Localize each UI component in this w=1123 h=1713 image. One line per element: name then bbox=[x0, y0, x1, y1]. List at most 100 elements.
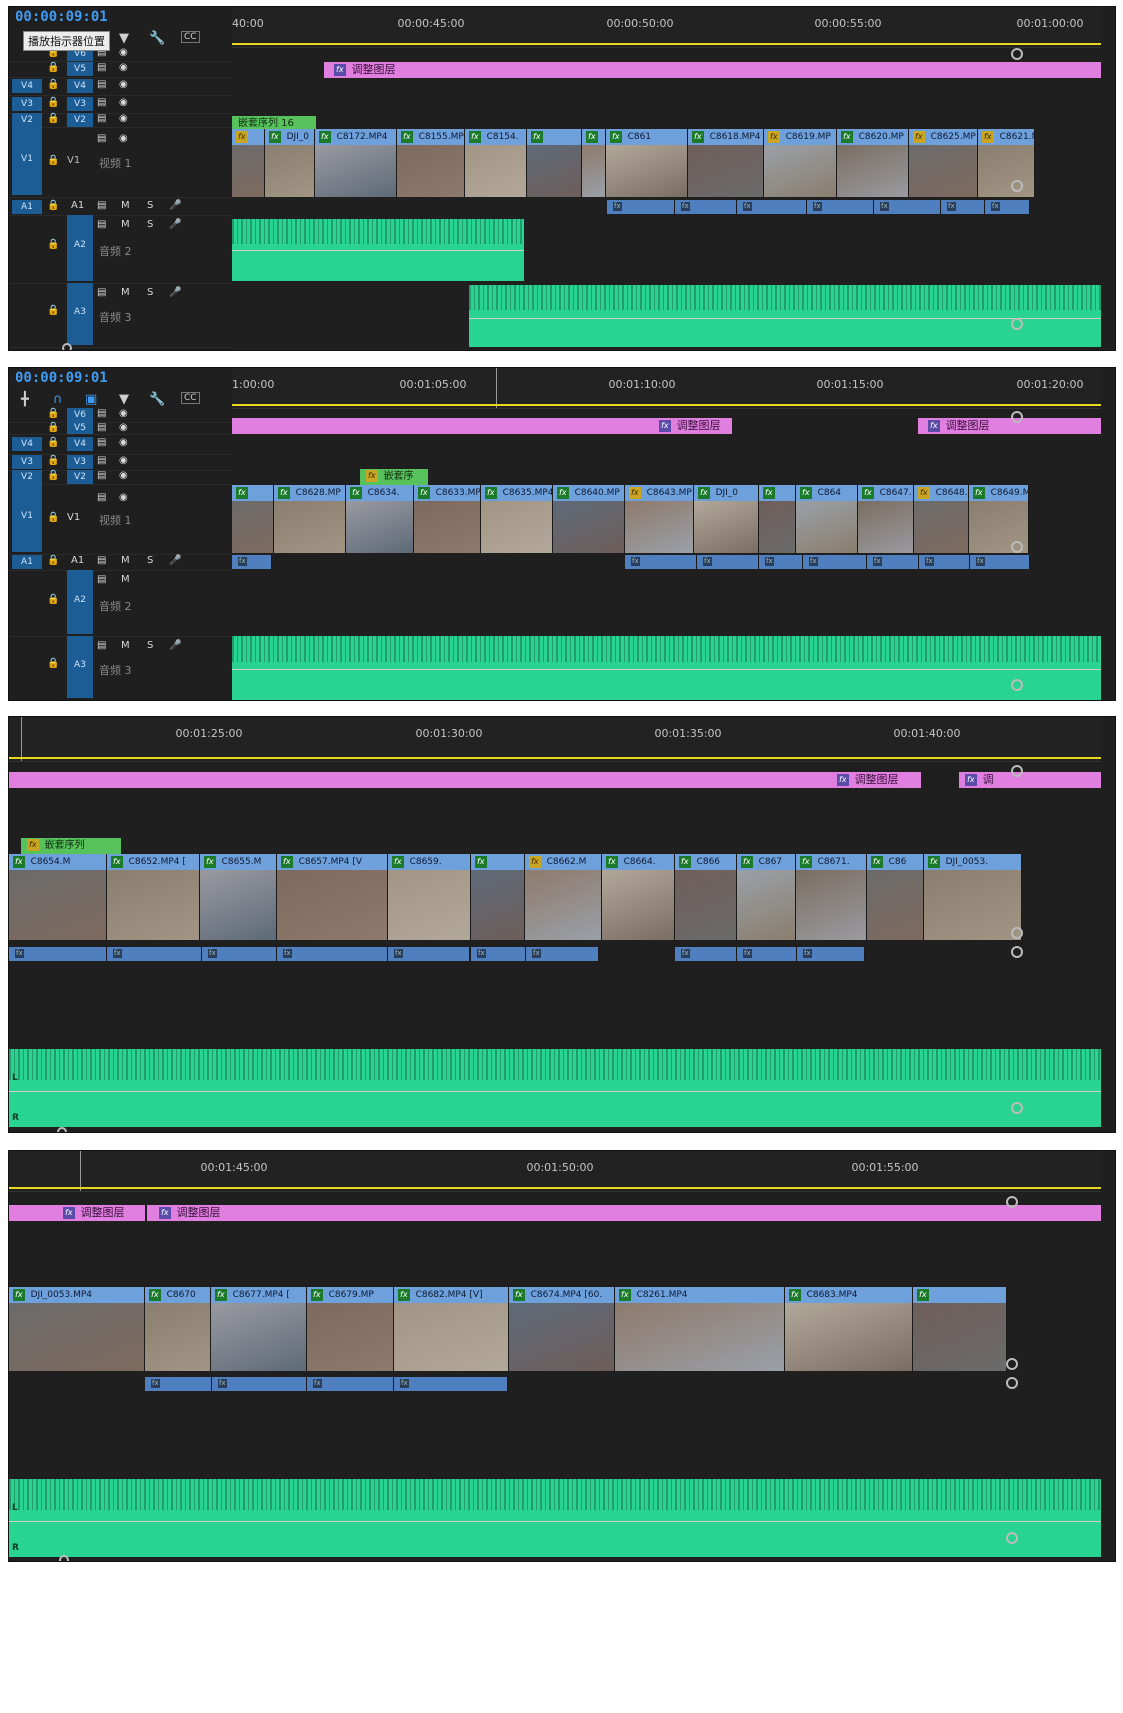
track-label-a2[interactable]: A2 bbox=[67, 215, 93, 281]
video-clip[interactable]: fx C8657.MP4 [V bbox=[277, 854, 388, 940]
source-target-a1[interactable]: A1 bbox=[12, 200, 42, 214]
vertical-scroll-handle[interactable] bbox=[1006, 1358, 1018, 1370]
video-clip[interactable]: fx C8648. bbox=[914, 485, 969, 553]
audio-clip-a1[interactable]: fx bbox=[919, 555, 970, 569]
audio-clip-a3[interactable]: L R bbox=[9, 1479, 1101, 1557]
film-icon[interactable]: ▤ bbox=[97, 287, 106, 298]
track-label-v1[interactable]: V1 bbox=[67, 512, 80, 523]
marker-icon[interactable]: ▼ bbox=[119, 31, 129, 46]
video-clip[interactable]: fx bbox=[582, 129, 606, 197]
video-clip[interactable]: fx C8682.MP4 [V] bbox=[394, 1287, 509, 1371]
film-icon[interactable]: ▤ bbox=[97, 455, 106, 466]
audio-clip-a1[interactable]: fx bbox=[526, 947, 599, 961]
microphone-icon[interactable]: 🎤 bbox=[169, 287, 181, 298]
eye-icon[interactable]: ◉ bbox=[119, 62, 128, 73]
marker-icon[interactable]: ▼ bbox=[119, 392, 129, 407]
film-icon[interactable]: ▤ bbox=[97, 133, 106, 144]
wrench-icon[interactable]: 🔧 bbox=[149, 31, 165, 46]
mute-button[interactable]: M bbox=[121, 555, 130, 566]
film-icon[interactable]: ▤ bbox=[97, 113, 106, 124]
video-clip[interactable]: fx C8633.MP4 bbox=[414, 485, 481, 553]
mute-button[interactable]: M bbox=[121, 574, 130, 585]
eye-icon[interactable]: ◉ bbox=[119, 97, 128, 108]
audio-clip-a1[interactable]: fx bbox=[202, 947, 277, 961]
vertical-scroll-handle[interactable] bbox=[1011, 1102, 1023, 1114]
work-area-bar[interactable] bbox=[232, 404, 1101, 406]
video-clip[interactable]: fx C8652.MP4 [ bbox=[107, 854, 200, 940]
video-clip[interactable]: fx C8628.MP bbox=[274, 485, 346, 553]
audio-clip-a1[interactable]: fx bbox=[471, 947, 526, 961]
adjustment-layer-clip[interactable]: fx 调整图层 bbox=[147, 1205, 1101, 1221]
video-clip[interactable]: fx C866 bbox=[675, 854, 737, 940]
film-icon[interactable]: ▤ bbox=[97, 62, 106, 73]
film-icon[interactable]: ▤ bbox=[97, 219, 106, 230]
audio-clip-a1[interactable]: fx bbox=[212, 1377, 307, 1391]
video-clip[interactable]: fx C8620.MP bbox=[837, 129, 909, 197]
film-icon[interactable]: ▤ bbox=[97, 470, 106, 481]
vertical-scroll-handle[interactable] bbox=[1011, 48, 1023, 60]
film-icon[interactable]: ▤ bbox=[97, 640, 106, 651]
track-label-a1[interactable]: A1 bbox=[71, 200, 84, 211]
eye-icon[interactable]: ◉ bbox=[119, 133, 128, 144]
microphone-icon[interactable]: 🎤 bbox=[169, 200, 181, 211]
audio-clip-a1[interactable]: fx bbox=[307, 1377, 394, 1391]
source-target-v1[interactable]: V1 bbox=[12, 484, 42, 552]
video-clip[interactable]: fx bbox=[232, 129, 265, 197]
work-area-bar[interactable] bbox=[232, 43, 1101, 45]
film-icon[interactable]: ▤ bbox=[97, 97, 106, 108]
time-ruler[interactable]: 40:00 00:00:45:00 00:00:50:00 00:00:55:0… bbox=[232, 7, 1101, 48]
video-clip[interactable]: fx C86 bbox=[867, 854, 924, 940]
track-label-a3[interactable]: A3 bbox=[67, 283, 93, 345]
track-label-v1[interactable]: V1 bbox=[67, 155, 80, 166]
microphone-icon[interactable]: 🎤 bbox=[169, 219, 181, 230]
playhead[interactable] bbox=[80, 1151, 81, 1191]
track-label-v5[interactable]: V5 bbox=[67, 422, 93, 434]
video-clip[interactable]: fx C8621.MP4 bbox=[978, 129, 1035, 197]
track-label-v6[interactable]: V6 bbox=[67, 408, 93, 422]
track-label-v2[interactable]: V2 bbox=[67, 470, 93, 484]
mute-button[interactable]: M bbox=[121, 200, 130, 211]
solo-button[interactable]: S bbox=[147, 219, 153, 230]
microphone-icon[interactable]: 🎤 bbox=[169, 640, 181, 651]
playhead[interactable] bbox=[21, 717, 22, 761]
source-target-v4[interactable]: V4 bbox=[12, 79, 42, 93]
adjustment-layer-clip[interactable]: fx 调整图层 bbox=[918, 418, 1101, 434]
captions-icon[interactable]: CC bbox=[181, 31, 200, 43]
vertical-scroll-handle[interactable] bbox=[1006, 1532, 1018, 1544]
audio-clip-a1[interactable]: fx bbox=[675, 200, 737, 214]
lock-icon[interactable]: 🔒 bbox=[47, 470, 59, 481]
source-target-v4[interactable]: V4 bbox=[12, 437, 42, 451]
adjustment-layer-clip[interactable]: fx 调 bbox=[959, 772, 1101, 788]
video-clip[interactable]: fx C8662.M bbox=[525, 854, 602, 940]
video-clip[interactable]: fx bbox=[471, 854, 525, 940]
lock-icon[interactable]: 🔒 bbox=[47, 305, 59, 316]
timeline-area[interactable]: 00:01:25:00 00:01:30:00 00:01:35:00 00:0… bbox=[9, 717, 1101, 1132]
audio-clip-a1[interactable]: fx bbox=[675, 947, 737, 961]
lock-icon[interactable]: 🔒 bbox=[47, 113, 59, 124]
audio-clip-a1[interactable]: fx bbox=[759, 555, 803, 569]
zoom-handle[interactable] bbox=[57, 1127, 67, 1132]
wrench-icon[interactable]: 🔧 bbox=[149, 392, 165, 407]
captions-icon[interactable]: CC bbox=[181, 392, 200, 404]
adjustment-layer-clip[interactable]: fx 调整图层 bbox=[9, 772, 921, 788]
track-label-a3[interactable]: A3 bbox=[67, 636, 93, 698]
film-icon[interactable]: ▤ bbox=[97, 79, 106, 90]
magnet-icon[interactable]: ∩ bbox=[53, 392, 63, 407]
video-clip[interactable]: fx C8635.MP4 bbox=[481, 485, 553, 553]
timeline-area[interactable]: 40:00 00:00:45:00 00:00:50:00 00:00:55:0… bbox=[62, 7, 1101, 350]
film-icon[interactable]: ▤ bbox=[97, 422, 106, 433]
video-clip[interactable]: fx C861 bbox=[606, 129, 688, 197]
video-clip[interactable]: fx bbox=[527, 129, 582, 197]
solo-button[interactable]: S bbox=[147, 555, 153, 566]
source-target-v3[interactable]: V3 bbox=[12, 455, 42, 469]
mute-button[interactable]: M bbox=[121, 640, 130, 651]
eye-icon[interactable]: ◉ bbox=[119, 492, 128, 503]
vertical-scroll-handle[interactable] bbox=[1011, 946, 1023, 958]
lock-icon[interactable]: 🔒 bbox=[47, 422, 59, 433]
track-label-v2[interactable]: V2 bbox=[67, 113, 93, 127]
video-clip[interactable]: fx DJI_0053. bbox=[924, 854, 1022, 940]
audio-clip-a1[interactable]: fx bbox=[394, 1377, 508, 1391]
mute-button[interactable]: M bbox=[121, 219, 130, 230]
eye-icon[interactable]: ◉ bbox=[119, 408, 128, 419]
vertical-scroll-handle[interactable] bbox=[1011, 765, 1023, 777]
